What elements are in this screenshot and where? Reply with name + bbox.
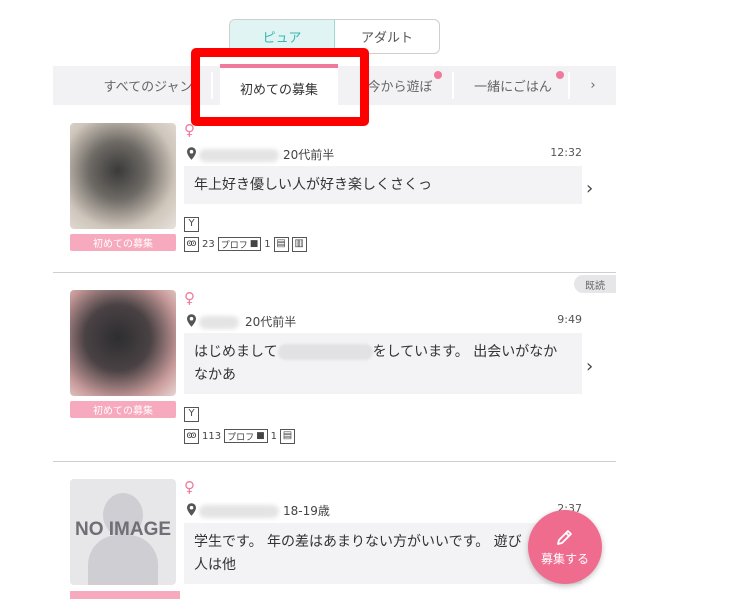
post-message: 学生です。 年の差はあまりない方がいいです。 遊び 人は他 [184, 523, 582, 584]
post-message-text: なかあ [194, 367, 236, 383]
profile-photo-indicator: プロフ ■ [224, 429, 268, 443]
age-label: 20代前半 [283, 148, 335, 162]
tab-scroll-right-button[interactable]: › [570, 66, 616, 105]
username-blurred [199, 505, 279, 518]
post-message-text: 年上好き優しい人が好き楽しくさくっ [194, 177, 432, 193]
post-message-text: をしています。 出会いがなか [372, 344, 558, 360]
category-badge-partial [70, 591, 180, 599]
tab-meal-together-label: 一緒にごはん [474, 80, 552, 95]
person-silhouette-body [88, 535, 158, 585]
location-pin-icon [187, 503, 196, 516]
post-message-text: 人は他 [194, 557, 236, 573]
age-label: 18-19歳 [283, 504, 330, 518]
view-count: 113 [202, 430, 222, 442]
new-dot-icon [556, 71, 564, 79]
post-message-text: 学生です。 年の差はあまりない方がいいです。 遊び [194, 534, 522, 550]
post-meta: 20代前半 9:49 [187, 313, 582, 331]
pencil-icon [557, 530, 572, 545]
highlight-annotation-box [191, 48, 369, 126]
footprint-icon: ꙭ [184, 428, 199, 444]
new-dot-icon [434, 71, 442, 79]
profile-photo-indicator: プロフ ■ [217, 237, 262, 251]
tab-all-genres[interactable]: すべてのジャン [53, 66, 213, 105]
prof-label: プロフ [227, 432, 255, 443]
sprout-icon: Y [184, 216, 199, 232]
avatar-placeholder[interactable]: NO IMAGE [70, 479, 176, 585]
tag-icon-row: Y [184, 216, 199, 232]
photo-count: 1 [270, 430, 277, 442]
female-icon: ♀ [184, 478, 195, 496]
location-pin-icon [187, 147, 196, 160]
female-icon: ♀ [184, 289, 195, 307]
avatar[interactable] [70, 290, 176, 396]
camera-icon: ■ [256, 431, 265, 441]
tag-icon-row: Y [184, 406, 199, 422]
female-icon: ♀ [184, 121, 195, 139]
post-time: 12:32 [550, 146, 582, 159]
no-image-label: NO IMAGE [74, 519, 172, 540]
document-icon: ▤ [273, 236, 289, 252]
username-blurred [199, 149, 279, 162]
age-label: 20代前半 [245, 315, 297, 329]
post-stats: ꙭ 23 プロフ ■ 1 ▤ ▥ [184, 236, 307, 252]
photo-count: 1 [264, 238, 271, 250]
create-post-button[interactable]: 募集する [528, 510, 602, 584]
chevron-right-icon[interactable]: › [586, 356, 593, 377]
location-pin-icon [187, 314, 196, 327]
chevron-right-icon[interactable]: › [586, 178, 593, 199]
document-icon: ▤ [280, 428, 295, 444]
tab-all-genres-label: すべてのジャン [103, 80, 193, 95]
footprint-icon: ꙭ [184, 236, 199, 252]
post-meta: 20代前半 12:32 [187, 146, 582, 164]
category-badge: 初めての募集 [70, 234, 176, 251]
tab-meal-together[interactable]: 一緒にごはん [456, 66, 570, 105]
avatar[interactable] [70, 123, 176, 229]
post-divider [53, 272, 616, 273]
post-message: はじめまして をしています。 出会いがなか なかあ [184, 333, 582, 394]
post-message-text: はじめまして [194, 344, 278, 360]
post-meta: 18-19歳 2:37 [187, 502, 582, 520]
tab-play-now-label: 今から遊ぼ [367, 80, 433, 95]
create-post-label: 募集する [540, 552, 589, 566]
read-badge: 既読 [574, 275, 616, 293]
view-count: 23 [202, 238, 215, 250]
post-time: 9:49 [557, 313, 582, 326]
redacted-text [277, 344, 373, 360]
camera-icon: ■ [249, 239, 259, 249]
chevron-right-icon: › [590, 78, 596, 93]
sprout-icon: Y [184, 406, 199, 422]
post-stats: ꙭ 113 プロフ ■ 1 ▤ [184, 428, 295, 444]
clipboard-icon: ▥ [291, 236, 307, 252]
post-message: 年上好き優しい人が好き楽しくさくっ [184, 166, 582, 204]
prof-label: プロフ [220, 240, 248, 251]
category-badge: 初めての募集 [70, 401, 176, 418]
username-blurred [199, 316, 239, 329]
post-divider [53, 461, 616, 462]
